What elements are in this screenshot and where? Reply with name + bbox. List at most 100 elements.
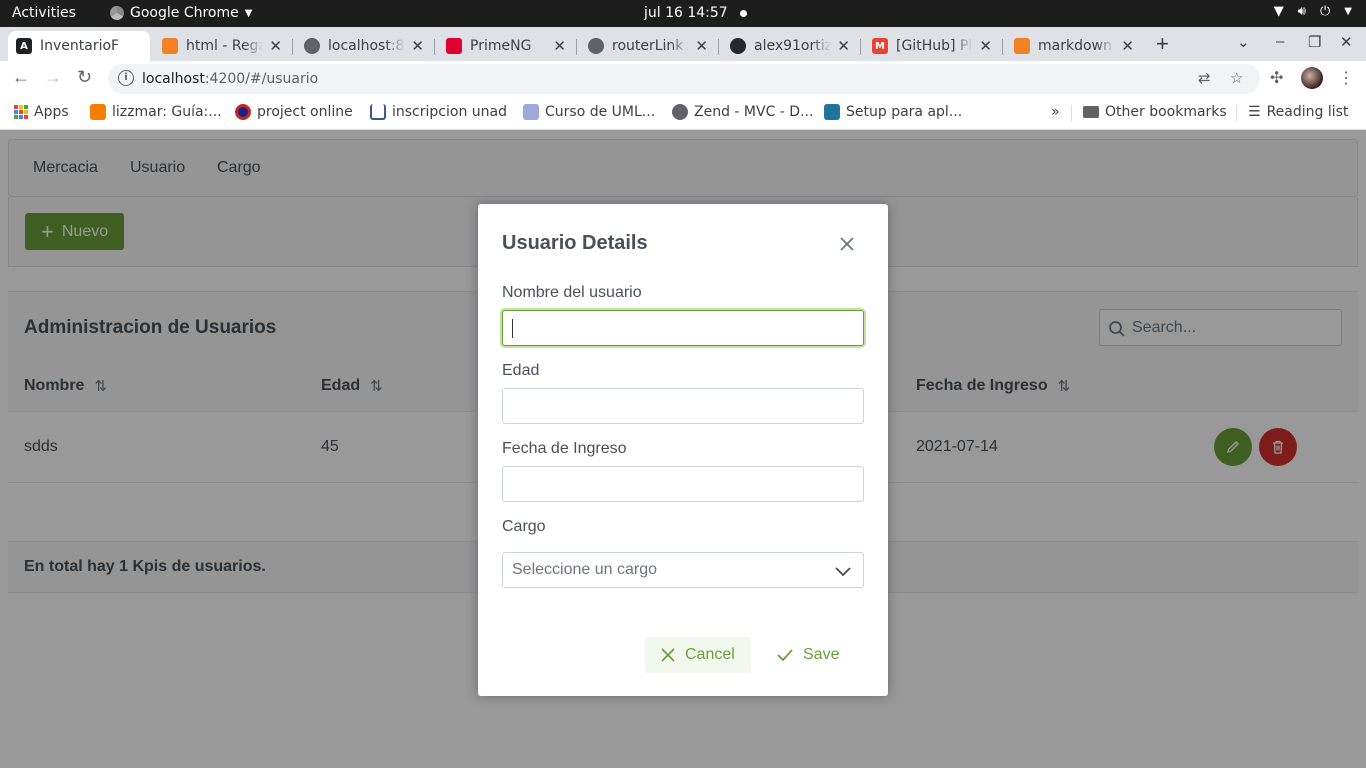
bookmarks-bar: Apps lizzmar: Guía:... project online in… xyxy=(0,96,1366,130)
bookmark-zend[interactable]: Zend - MVC - D... xyxy=(672,104,813,120)
angular-icon: A xyxy=(16,38,32,54)
tab-title: localhost:8 xyxy=(328,38,405,54)
notification-dot xyxy=(739,9,747,17)
bookmark-other[interactable]: Other bookmarks xyxy=(1083,104,1227,120)
globe-icon xyxy=(672,104,688,120)
tab-localhost[interactable]: localhost:8 ✕ xyxy=(296,31,432,61)
edad-input[interactable] xyxy=(502,388,864,424)
app-menu[interactable]: Google Chrome ▼ xyxy=(110,5,252,21)
caret-down-icon: ▼ xyxy=(1344,6,1352,17)
globe-icon xyxy=(588,38,604,54)
minimize-button[interactable]: – xyxy=(1276,33,1284,50)
nombre-input[interactable] xyxy=(502,310,864,346)
new-tab-button[interactable]: + xyxy=(1156,31,1169,57)
tab-separator xyxy=(434,39,435,55)
tab-search-icon[interactable]: ⌄ xyxy=(1237,33,1250,51)
stackoverflow-icon xyxy=(1014,38,1030,54)
bookmark-label: inscripcion unad xyxy=(392,104,507,120)
bookmarks-overflow-button[interactable]: » xyxy=(1051,104,1060,120)
bookmark-apps[interactable]: Apps xyxy=(14,104,69,120)
fecha-input[interactable] xyxy=(502,466,864,502)
github-icon xyxy=(730,38,746,54)
extensions-icon[interactable]: ✣ xyxy=(1270,68,1283,88)
volume-icon: 🔊︎ xyxy=(1297,4,1306,19)
bookmark-star-icon[interactable]: ☆ xyxy=(1230,69,1243,87)
edad-label: Edad xyxy=(502,362,540,379)
tab-title: routerLink xyxy=(612,38,684,54)
forward-arrow-icon[interactable]: → xyxy=(44,67,62,88)
reload-icon[interactable]: ↻ xyxy=(77,67,92,88)
power-icon: ⏻ xyxy=(1320,4,1331,19)
tab-separator xyxy=(292,39,293,55)
fecha-label: Fecha de Ingreso xyxy=(502,440,627,457)
close-tab-icon[interactable]: ✕ xyxy=(269,37,282,55)
project-icon xyxy=(235,104,251,120)
primeng-icon xyxy=(446,38,462,54)
unad-icon xyxy=(370,104,386,120)
bookmark-setup[interactable]: Setup para apl... xyxy=(824,104,962,120)
tab-title: [GitHub] Pl xyxy=(896,38,973,54)
bookmark-curso-uml[interactable]: Curso de UML... xyxy=(523,104,655,120)
globe-icon xyxy=(304,38,320,54)
gmail-icon: M xyxy=(872,38,888,54)
bookmark-label: Setup para apl... xyxy=(846,104,963,120)
folder-icon xyxy=(1083,106,1099,118)
bookmark-label: lizzmar: Guía:... xyxy=(112,104,222,120)
close-icon[interactable] xyxy=(836,233,858,255)
chevron-down-icon xyxy=(835,567,851,577)
close-tab-icon[interactable]: ✕ xyxy=(695,37,708,55)
close-tab-icon[interactable]: ✕ xyxy=(837,37,850,55)
close-tab-icon[interactable]: ✕ xyxy=(411,37,424,55)
close-tab-icon[interactable]: ✕ xyxy=(1121,37,1134,55)
cancel-button[interactable]: Cancel xyxy=(645,637,751,673)
bookmark-label: project online xyxy=(257,104,353,120)
text-caret xyxy=(512,319,513,338)
reading-list-button[interactable]: ☰ Reading list xyxy=(1248,104,1348,120)
back-arrow-icon[interactable]: ← xyxy=(12,67,30,88)
caret-down-icon: ▼ xyxy=(244,7,253,19)
tab-separator xyxy=(1002,39,1003,55)
bookmark-label: Other bookmarks xyxy=(1105,104,1227,120)
system-tray[interactable]: ▼ 🔊︎ ⏻ ▼ xyxy=(1274,4,1352,19)
restore-button[interactable]: ❐ xyxy=(1308,33,1321,51)
tab-separator xyxy=(576,39,577,55)
reading-list-icon: ☰ xyxy=(1248,104,1261,120)
bookmark-lizzmar[interactable]: lizzmar: Guía:... xyxy=(90,104,222,120)
stackoverflow-icon xyxy=(162,38,178,54)
bookmark-label: Curso de UML... xyxy=(545,104,656,120)
close-tab-icon[interactable]: ✕ xyxy=(553,37,566,55)
tab-inventario[interactable]: A InventarioF xyxy=(8,31,150,61)
tab-routerlink[interactable]: routerLink ✕ xyxy=(580,31,716,61)
url-path: :4200/#/usuario xyxy=(204,71,319,87)
check-icon xyxy=(777,649,793,662)
tab-title: html - Rega xyxy=(186,38,264,54)
tab-github[interactable]: alex91ortiz ✕ xyxy=(722,31,858,61)
bookmark-project-online[interactable]: project online xyxy=(235,104,353,120)
translate-icon[interactable]: ⇄ xyxy=(1198,69,1211,87)
tab-title: PrimeNG xyxy=(470,38,532,54)
save-button[interactable]: Save xyxy=(761,637,855,673)
activities-button[interactable]: Activities xyxy=(12,5,76,21)
bookmarks-divider xyxy=(1071,105,1072,121)
address-bar[interactable]: i localhost:4200/#/usuario ⇄ ☆ xyxy=(108,64,1260,94)
tab-gmail[interactable]: M [GitHub] Pl ✕ xyxy=(864,31,1000,61)
cargo-dropdown[interactable]: Seleccione un cargo xyxy=(502,552,864,588)
close-window-button[interactable]: ✕ xyxy=(1340,33,1353,51)
tab-markdown[interactable]: markdown ✕ xyxy=(1006,31,1142,61)
url-host: localhost xyxy=(142,71,205,87)
bookmark-inscripcion-unad[interactable]: inscripcion unad xyxy=(370,104,507,120)
dialog-title: Usuario Details xyxy=(502,232,648,254)
clock[interactable]: jul 16 14:57 xyxy=(644,5,747,21)
tab-primeng[interactable]: PrimeNG ✕ xyxy=(438,31,574,61)
reading-list-label: Reading list xyxy=(1266,104,1349,120)
apps-grid-icon xyxy=(14,105,28,119)
clock-text: jul 16 14:57 xyxy=(644,5,728,21)
close-tab-icon[interactable]: ✕ xyxy=(979,37,992,55)
tab-title: alex91ortiz xyxy=(754,38,832,54)
profile-avatar[interactable] xyxy=(1301,67,1323,89)
system-top-bar: Activities Google Chrome ▼ jul 16 14:57 … xyxy=(0,0,1366,27)
info-icon[interactable]: i xyxy=(118,70,134,86)
menu-kebab-icon[interactable]: ⋮ xyxy=(1338,68,1354,88)
wordpress-icon xyxy=(824,104,840,120)
tab-html-rega[interactable]: html - Rega ✕ xyxy=(154,31,290,61)
